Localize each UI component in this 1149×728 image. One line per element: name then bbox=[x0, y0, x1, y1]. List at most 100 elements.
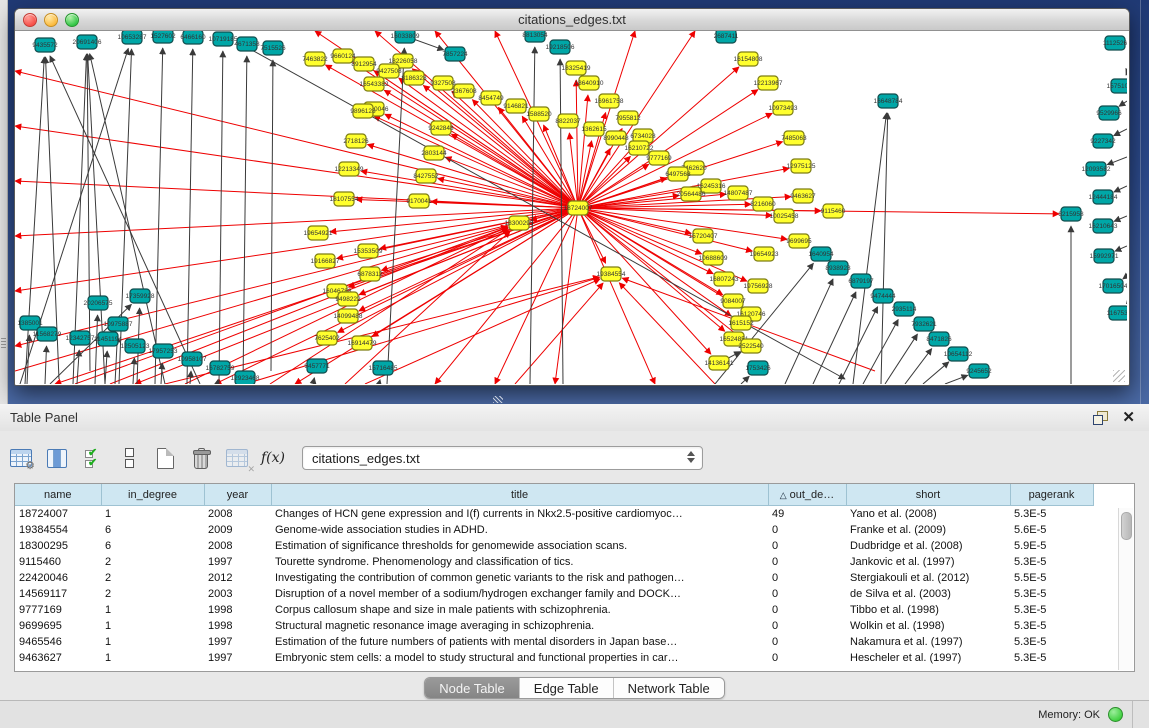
table-cell[interactable]: 9115460 bbox=[15, 554, 101, 570]
table-cell[interactable]: 0 bbox=[768, 570, 846, 586]
graph-node[interactable]: 9084007 bbox=[720, 294, 746, 308]
table-cell[interactable]: 18724007 bbox=[15, 506, 101, 523]
citation-edge-red[interactable] bbox=[578, 208, 655, 384]
table-cell[interactable]: Structural magnetic resonance image aver… bbox=[271, 618, 768, 634]
table-cell[interactable]: 2 bbox=[101, 554, 204, 570]
graph-node[interactable]: 9242848 bbox=[428, 121, 454, 135]
table-row[interactable]: 1830029562008Estimation of significance … bbox=[15, 538, 1093, 554]
table-cell[interactable]: 2012 bbox=[204, 570, 271, 586]
table-cell[interactable]: 9463627 bbox=[15, 650, 101, 666]
graph-node[interactable]: 17957253 bbox=[149, 344, 178, 358]
graph-node[interactable]: 10975887 bbox=[104, 317, 133, 331]
graph-node[interactable]: 12342757 bbox=[66, 331, 95, 345]
citation-edge-black[interactable] bbox=[1119, 101, 1127, 106]
citation-edge-red[interactable] bbox=[245, 277, 600, 384]
graph-node[interactable]: 7857224 bbox=[442, 47, 468, 61]
graph-node[interactable]: 1112526 bbox=[1103, 36, 1127, 50]
table-cell[interactable]: Dudbridge et al. (2008) bbox=[846, 538, 1010, 554]
memory-ok-indicator-icon[interactable] bbox=[1108, 707, 1123, 722]
table-cell[interactable]: 2008 bbox=[204, 538, 271, 554]
citation-edge-black[interactable] bbox=[945, 375, 968, 384]
graph-node[interactable]: 7463822 bbox=[302, 52, 328, 66]
graph-node[interactable]: 16807243 bbox=[710, 272, 739, 286]
citation-edge-black[interactable] bbox=[243, 56, 247, 384]
graph-node[interactable]: 1615152 bbox=[728, 316, 754, 330]
citation-edge-red[interactable] bbox=[619, 283, 715, 384]
graph-node[interactable]: 20691406 bbox=[73, 35, 102, 49]
citation-edge-black[interactable] bbox=[119, 49, 132, 384]
graph-node[interactable]: 8822037 bbox=[555, 114, 581, 128]
table-cell[interactable]: 5.5E-5 bbox=[1010, 570, 1093, 586]
graph-node[interactable]: 9463627 bbox=[790, 189, 816, 203]
citation-edge-red[interactable] bbox=[555, 208, 578, 384]
graph-node[interactable]: 19654923 bbox=[750, 247, 779, 261]
graph-node[interactable]: 16782759 bbox=[206, 361, 235, 375]
table-cell[interactable]: 5.3E-5 bbox=[1010, 554, 1093, 570]
table-cell[interactable]: de Silva et al. (2003) bbox=[846, 586, 1010, 602]
citation-edge-red[interactable] bbox=[515, 283, 603, 384]
table-cell[interactable]: Wolkin et al. (1998) bbox=[846, 618, 1010, 634]
citation-edge-black[interactable] bbox=[923, 362, 949, 384]
graph-node[interactable]: 12975125 bbox=[787, 159, 816, 173]
graph-node[interactable]: 16543382 bbox=[360, 77, 389, 91]
graph-node[interactable]: 14807487 bbox=[724, 186, 753, 200]
graph-node[interactable]: 12444184 bbox=[1089, 190, 1118, 204]
graph-node[interactable]: 10973493 bbox=[769, 101, 798, 115]
table-row[interactable]: 1872400712008Changes of HCN gene express… bbox=[15, 506, 1093, 523]
graph-node[interactable]: 16210643 bbox=[1089, 219, 1118, 233]
graph-node[interactable]: 8813054 bbox=[522, 31, 548, 42]
graph-node[interactable]: 9115460 bbox=[821, 204, 846, 218]
graph-node[interactable]: 1640954 bbox=[808, 247, 834, 261]
tab-network-table[interactable]: Network Table bbox=[614, 678, 724, 698]
table-cell[interactable]: 5.3E-5 bbox=[1010, 602, 1093, 618]
minimize-window-button[interactable] bbox=[44, 13, 58, 27]
table-cell[interactable]: 0 bbox=[768, 634, 846, 650]
table-cell[interactable]: 1998 bbox=[204, 602, 271, 618]
graph-node[interactable]: 16154808 bbox=[734, 52, 763, 66]
table-vertical-scrollbar[interactable] bbox=[1118, 508, 1133, 670]
graph-node[interactable]: 18300295 bbox=[505, 216, 534, 230]
tab-node-table[interactable]: Node Table bbox=[425, 678, 520, 698]
table-row[interactable]: 2242004622012Investigating the contribut… bbox=[15, 570, 1093, 586]
citation-edge-black[interactable] bbox=[387, 48, 404, 384]
table-cell[interactable]: 22420046 bbox=[15, 570, 101, 586]
table-cell[interactable]: 9699695 bbox=[15, 618, 101, 634]
table-cell[interactable]: 5.6E-5 bbox=[1010, 522, 1093, 538]
citation-edge-black[interactable] bbox=[219, 51, 223, 384]
graph-node[interactable]: 8471826 bbox=[926, 332, 952, 346]
float-panel-icon[interactable] bbox=[1093, 411, 1108, 425]
graph-node[interactable]: 15716485 bbox=[369, 361, 398, 375]
graph-node[interactable]: 1362615 bbox=[581, 122, 607, 136]
graph-node[interactable]: 7932621 bbox=[911, 317, 937, 331]
graph-node[interactable]: 15751074 bbox=[1107, 79, 1127, 93]
table-cell[interactable]: 0 bbox=[768, 538, 846, 554]
table-row[interactable]: 1938455462009Genome-wide association stu… bbox=[15, 522, 1093, 538]
table-cell[interactable]: 2 bbox=[101, 570, 204, 586]
citation-edge-black[interactable] bbox=[45, 346, 47, 384]
graph-node[interactable]: 9435572 bbox=[32, 38, 58, 52]
citation-edge-black[interactable] bbox=[313, 378, 314, 384]
graph-node[interactable]: 9474444 bbox=[870, 289, 896, 303]
table-cell[interactable]: 1997 bbox=[204, 634, 271, 650]
network-window-titlebar[interactable]: citations_edges.txt bbox=[15, 9, 1129, 31]
table-cell[interactable]: 6 bbox=[101, 522, 204, 538]
graph-node[interactable]: 12213349 bbox=[335, 162, 364, 176]
table-cell[interactable]: 19384554 bbox=[15, 522, 101, 538]
citation-edge-red[interactable] bbox=[374, 116, 578, 208]
graph-node[interactable]: 10958107 bbox=[178, 352, 207, 366]
citation-edge-black[interactable] bbox=[190, 371, 191, 384]
graph-node[interactable]: 16914479 bbox=[348, 336, 377, 350]
table-cell[interactable]: Tibbo et al. (1998) bbox=[846, 602, 1010, 618]
graph-node[interactable]: 9896128 bbox=[350, 104, 376, 118]
table-cell[interactable]: 0 bbox=[768, 618, 846, 634]
citation-edge-black[interactable] bbox=[839, 307, 878, 384]
graph-node[interactable]: 9170041 bbox=[406, 194, 432, 208]
graph-node[interactable]: 8990448 bbox=[603, 131, 629, 145]
citation-edge-black[interactable] bbox=[863, 320, 898, 384]
graph-node[interactable]: 6466160 bbox=[180, 31, 206, 44]
citation-edge-red[interactable] bbox=[578, 208, 702, 254]
citation-edge-red[interactable] bbox=[15, 181, 578, 208]
citation-edge-black[interactable] bbox=[1114, 129, 1127, 136]
table-cell[interactable]: 1998 bbox=[204, 618, 271, 634]
graph-node[interactable]: 15353509 bbox=[354, 244, 383, 258]
